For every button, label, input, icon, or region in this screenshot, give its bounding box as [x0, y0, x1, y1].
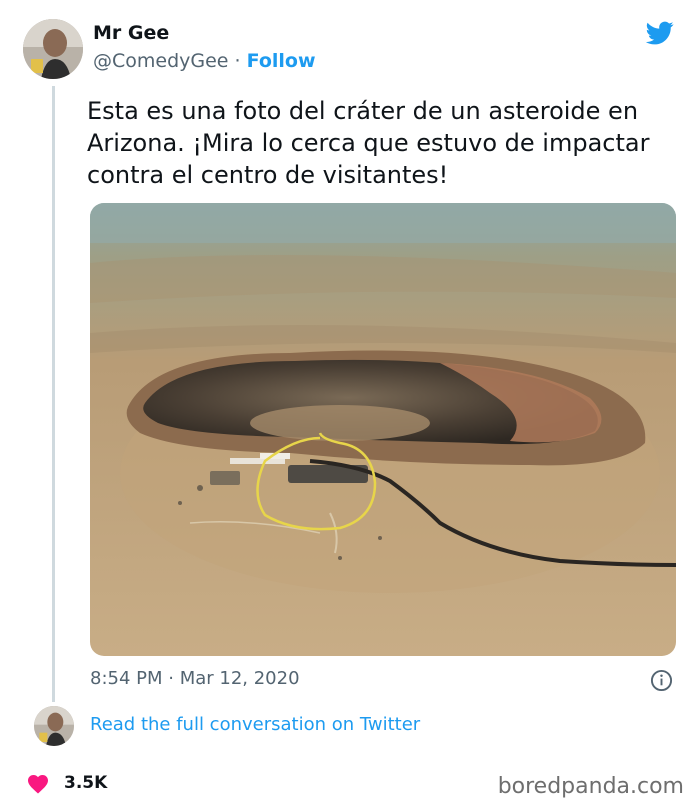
- follow-button[interactable]: Follow: [247, 50, 316, 72]
- tweet-text: Esta es una foto del cráter de un astero…: [87, 97, 650, 189]
- author-name[interactable]: Mr Gee: [93, 22, 169, 44]
- author-handle-row: @ComedyGee · Follow: [93, 50, 316, 72]
- author-handle[interactable]: @ComedyGee: [93, 50, 229, 72]
- watermark-text: boredpanda.com: [497, 774, 684, 799]
- like-row[interactable]: 3.5K: [26, 770, 107, 796]
- thread-line: [52, 86, 55, 702]
- twitter-bird-icon[interactable]: [644, 19, 676, 47]
- separator-dot: ·: [234, 50, 241, 72]
- author-avatar-small[interactable]: [34, 706, 74, 746]
- read-conversation-link[interactable]: Read the full conversation on Twitter: [90, 714, 420, 735]
- heart-icon[interactable]: [26, 772, 50, 794]
- info-icon[interactable]: [650, 669, 673, 692]
- tweet-photo[interactable]: [90, 203, 676, 656]
- like-count: 3.5K: [64, 773, 108, 793]
- tweet-timestamp[interactable]: 8:54 PM · Mar 12, 2020: [90, 668, 300, 689]
- author-avatar[interactable]: [23, 19, 83, 79]
